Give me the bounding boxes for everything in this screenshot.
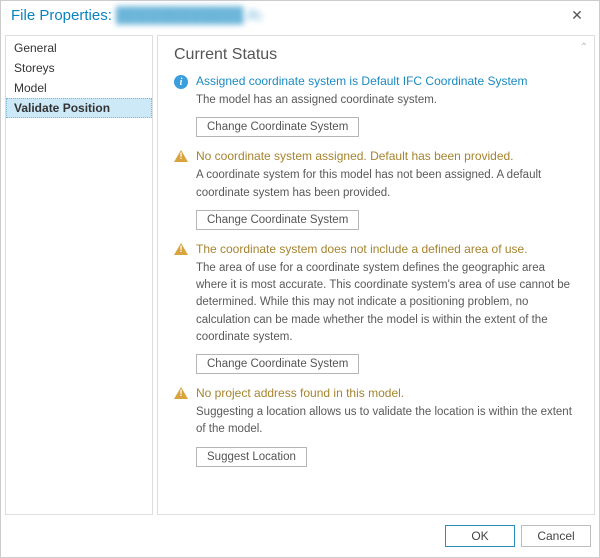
sidebar-item-general[interactable]: General	[6, 38, 152, 58]
status-item: No coordinate system assigned. Default h…	[174, 149, 578, 230]
title-filename: ████████████.ifc	[116, 7, 263, 24]
warning-icon	[174, 387, 188, 399]
change-coordinate-system-button[interactable]: Change Coordinate System	[196, 210, 359, 230]
info-icon: i	[174, 75, 188, 89]
footer: OK Cancel	[1, 519, 599, 553]
panel-heading: Current Status	[174, 46, 578, 64]
sidebar-item-label: Model	[14, 81, 47, 95]
sidebar-item-label: General	[14, 41, 57, 55]
status-desc: Suggesting a location allows us to valid…	[196, 404, 578, 439]
status-icon-col	[174, 149, 196, 230]
status-item: The coordinate system does not include a…	[174, 242, 578, 374]
content-area: General Storeys Model Validate Position …	[1, 31, 599, 519]
sidebar-item-label: Storeys	[14, 61, 55, 75]
status-title: No coordinate system assigned. Default h…	[196, 149, 578, 163]
status-text-col: No coordinate system assigned. Default h…	[196, 149, 578, 230]
status-text-col: The coordinate system does not include a…	[196, 242, 578, 374]
status-text-col: No project address found in this model. …	[196, 386, 578, 467]
sidebar: General Storeys Model Validate Position	[5, 35, 153, 515]
sidebar-item-storeys[interactable]: Storeys	[6, 58, 152, 78]
close-button[interactable]: ✕	[563, 4, 591, 28]
cancel-button[interactable]: Cancel	[521, 525, 591, 547]
scroll-up-icon[interactable]: ⌃	[580, 42, 588, 53]
warning-icon	[174, 150, 188, 162]
status-desc: The area of use for a coordinate system …	[196, 260, 578, 346]
title-prefix: File Properties:	[11, 7, 112, 24]
sidebar-item-model[interactable]: Model	[6, 78, 152, 98]
close-icon: ✕	[571, 7, 583, 24]
status-desc: The model has an assigned coordinate sys…	[196, 92, 578, 109]
status-icon-col	[174, 242, 196, 374]
change-coordinate-system-button[interactable]: Change Coordinate System	[196, 354, 359, 374]
status-title: No project address found in this model.	[196, 386, 578, 400]
status-title: Assigned coordinate system is Default IF…	[196, 74, 578, 88]
main-panel: ⌃ Current Status i Assigned coordinate s…	[157, 35, 595, 515]
status-icon-col	[174, 386, 196, 467]
status-item: i Assigned coordinate system is Default …	[174, 74, 578, 137]
suggest-location-button[interactable]: Suggest Location	[196, 447, 307, 467]
status-desc: A coordinate system for this model has n…	[196, 167, 578, 202]
status-icon-col: i	[174, 74, 196, 137]
sidebar-item-validate-position[interactable]: Validate Position	[6, 98, 152, 118]
status-item: No project address found in this model. …	[174, 386, 578, 467]
sidebar-item-label: Validate Position	[14, 101, 110, 115]
status-text-col: Assigned coordinate system is Default IF…	[196, 74, 578, 137]
titlebar: File Properties: ████████████.ifc ✕	[1, 1, 599, 31]
warning-icon	[174, 243, 188, 255]
change-coordinate-system-button[interactable]: Change Coordinate System	[196, 117, 359, 137]
status-title: The coordinate system does not include a…	[196, 242, 578, 256]
ok-button[interactable]: OK	[445, 525, 515, 547]
